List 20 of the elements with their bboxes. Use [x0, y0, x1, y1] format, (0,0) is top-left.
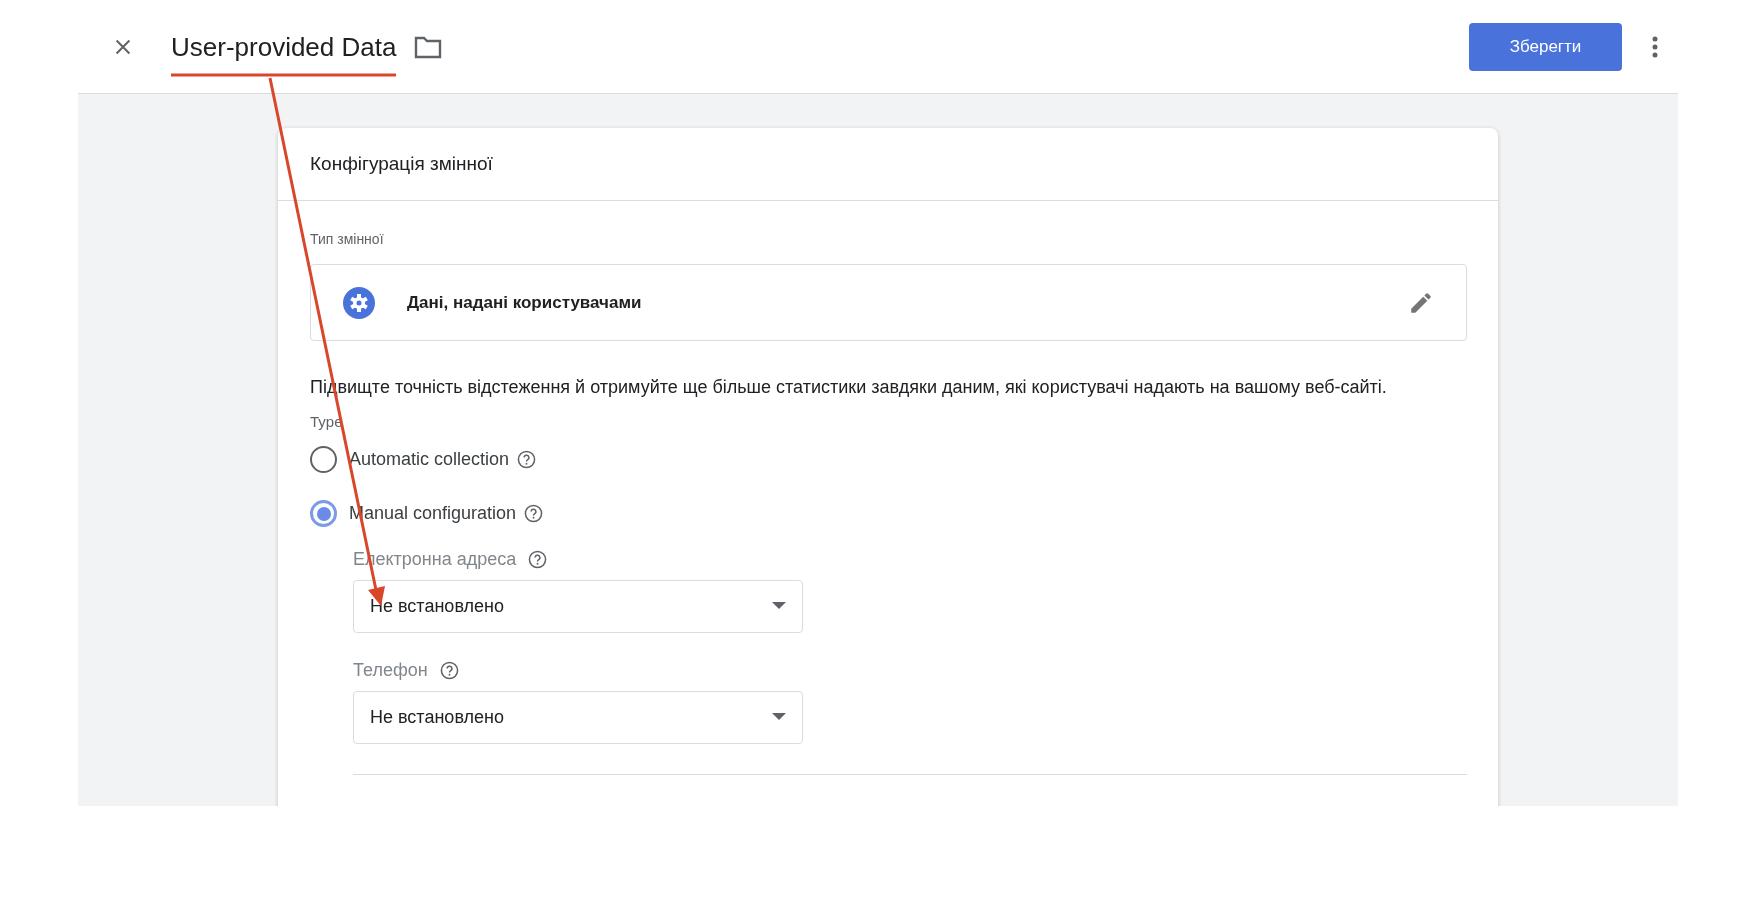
folder-icon[interactable]: [414, 34, 443, 59]
caret-icon: [772, 602, 786, 610]
save-button[interactable]: Зберегти: [1469, 22, 1622, 71]
field-label: Телефон: [353, 659, 428, 682]
caret-icon: [772, 713, 786, 721]
more-options-icon[interactable]: [1652, 35, 1658, 58]
radio-button[interactable]: [310, 446, 337, 473]
page-title: User-provided Data: [171, 33, 397, 60]
dropdown-field[interactable]: Не встановлено: [353, 690, 803, 744]
radio-button[interactable]: [310, 500, 337, 527]
card-title: Конфігурація змінної: [310, 151, 493, 176]
help-icon[interactable]: [524, 504, 544, 523]
help-icon[interactable]: [528, 550, 548, 569]
variable-type-box[interactable]: Дані, надані користувачами: [310, 264, 1467, 341]
help-icon[interactable]: [517, 450, 537, 469]
gear-icon: [343, 286, 375, 319]
field-label: Тип змінної: [310, 230, 385, 249]
help-icon[interactable]: [439, 661, 459, 680]
variable-type-name: Дані, надані користувачами: [407, 291, 642, 314]
radio-label: Automatic collection: [349, 448, 510, 471]
